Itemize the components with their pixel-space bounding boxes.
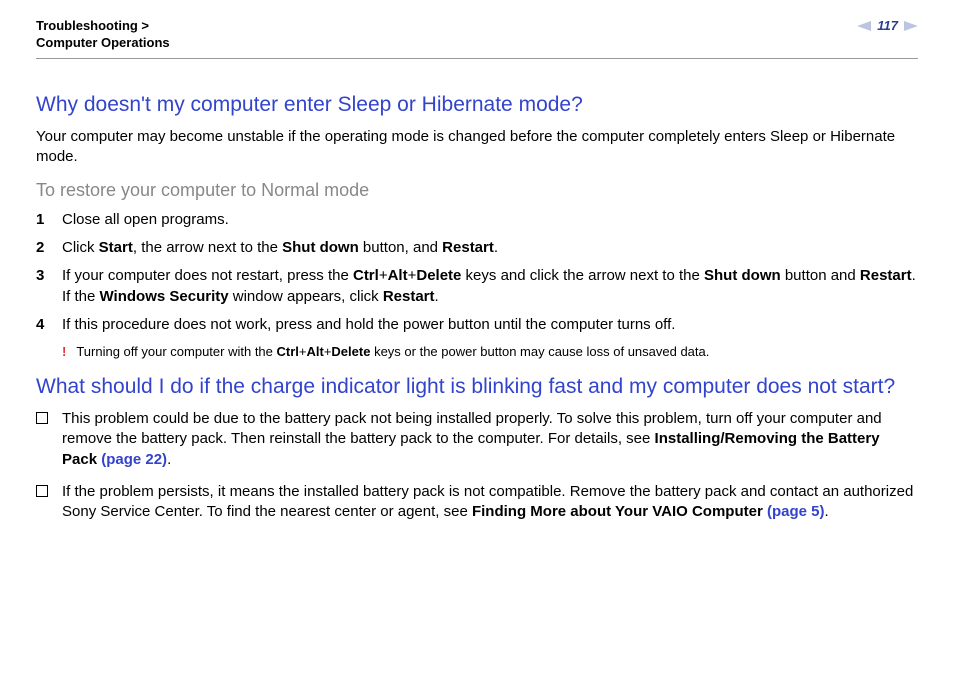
breadcrumb-line2: Computer Operations xyxy=(36,35,170,52)
breadcrumb: Troubleshooting > Computer Operations xyxy=(36,18,170,52)
warning-text: Turning off your computer with the Ctrl+… xyxy=(76,343,709,361)
square-bullet-icon xyxy=(36,485,48,497)
bullet-list: This problem could be due to the battery… xyxy=(36,409,918,522)
step-text: Click Start, the arrow next to the Shut … xyxy=(62,238,498,258)
step-number: 4 xyxy=(36,315,48,335)
prev-page-icon[interactable] xyxy=(857,21,871,31)
step-text: If this procedure does not work, press a… xyxy=(62,315,675,335)
step-item: 3 If your computer does not restart, pres… xyxy=(36,266,918,307)
step-item: 1 Close all open programs. xyxy=(36,210,918,230)
steps-list: 1 Close all open programs. 2 Click Start, t… xyxy=(36,210,918,335)
pager: 117 xyxy=(857,18,918,33)
content: Why doesn't my computer enter Sleep or H… xyxy=(36,59,918,523)
next-page-icon[interactable] xyxy=(904,21,918,31)
list-item-text: If the problem persists, it means the in… xyxy=(62,482,918,523)
warning-icon: ! xyxy=(62,343,66,361)
list-item-text: This problem could be due to the battery… xyxy=(62,409,918,470)
step-text: Close all open programs. xyxy=(62,210,229,230)
step-number: 2 xyxy=(36,238,48,258)
step-number: 1 xyxy=(36,210,48,230)
section1-subhead: To restore your computer to Normal mode xyxy=(36,178,918,202)
section1-heading: Why doesn't my computer enter Sleep or H… xyxy=(36,91,918,119)
step-number: 3 xyxy=(36,266,48,307)
step-text: If your computer does not restart, press… xyxy=(62,266,916,307)
section2-heading: What should I do if the charge indicator… xyxy=(36,373,918,401)
page-number: 117 xyxy=(877,18,898,33)
section1-intro: Your computer may become unstable if the… xyxy=(36,127,918,168)
list-item: This problem could be due to the battery… xyxy=(36,409,918,470)
step-item: 4 If this procedure does not work, press … xyxy=(36,315,918,335)
list-item: If the problem persists, it means the in… xyxy=(36,482,918,523)
warning: ! Turning off your computer with the Ctr… xyxy=(62,343,918,361)
breadcrumb-line1: Troubleshooting > xyxy=(36,18,170,35)
step-item: 2 Click Start, the arrow next to the Shut… xyxy=(36,238,918,258)
square-bullet-icon xyxy=(36,412,48,424)
page-header: Troubleshooting > Computer Operations 11… xyxy=(36,18,918,59)
